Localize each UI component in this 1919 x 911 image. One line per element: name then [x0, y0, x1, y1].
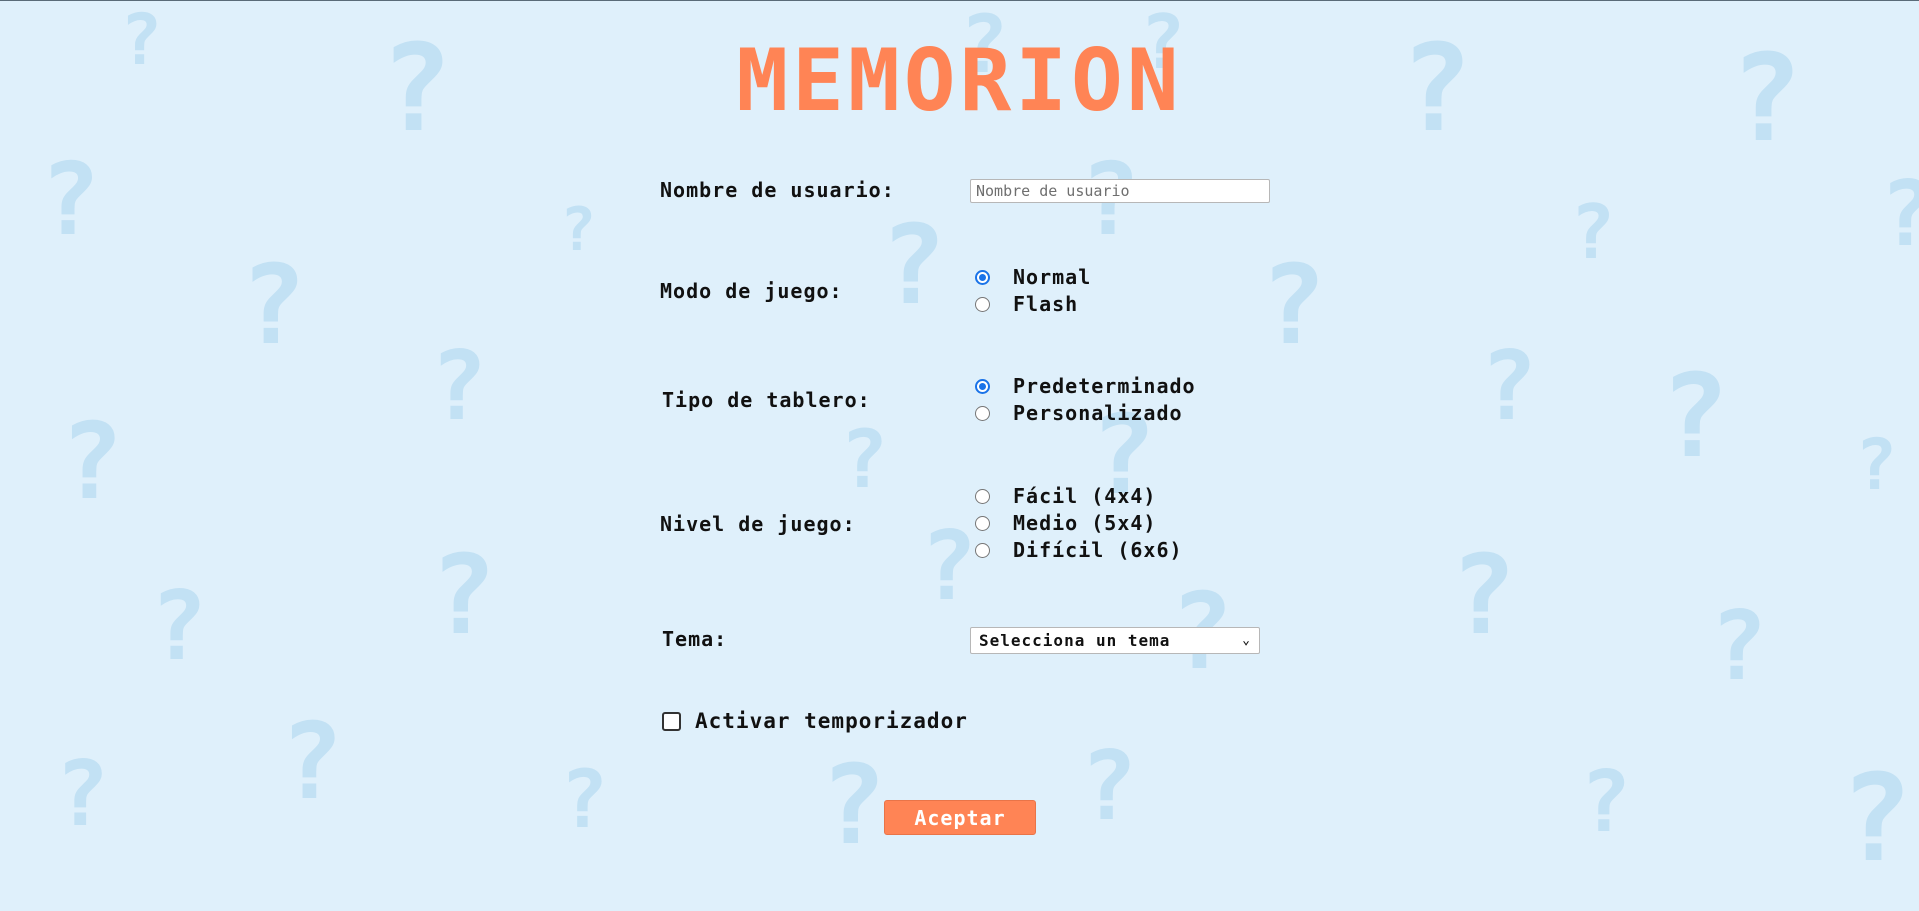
level-option-label: Medio (5x4)	[1013, 511, 1157, 535]
question-mark-icon: ?	[40, 141, 101, 258]
theme-select[interactable]: Selecciona un tema ⌄	[970, 627, 1260, 654]
level-option-label: Fácil (4x4)	[1013, 484, 1157, 508]
app-title: MEMORION	[736, 31, 1183, 131]
level-option-medium[interactable]: Medio (5x4)	[975, 510, 1156, 536]
game-mode-label: Modo de juego:	[660, 279, 843, 303]
question-mark-icon: ?	[1260, 241, 1327, 369]
timer-label: Activar temporizador	[695, 709, 968, 733]
level-option-easy[interactable]: Fácil (4x4)	[975, 483, 1156, 509]
game-mode-option-flash[interactable]: Flash	[975, 291, 1078, 317]
question-mark-icon: ?	[430, 332, 488, 442]
level-label: Nivel de juego:	[660, 512, 856, 536]
radio-button[interactable]	[975, 269, 990, 285]
question-mark-icon: ?	[820, 741, 887, 869]
username-label: Nombre de usuario:	[660, 178, 895, 202]
question-mark-icon: ?	[1710, 592, 1768, 702]
question-mark-icon: ?	[60, 401, 124, 523]
question-mark-icon: ?	[1080, 732, 1138, 842]
question-mark-icon: ?	[240, 241, 307, 369]
question-mark-icon: ?	[1855, 424, 1898, 506]
level-option-label: Difícil (6x6)	[1013, 538, 1183, 562]
level-option-hard[interactable]: Difícil (6x6)	[975, 537, 1183, 563]
board-type-option-personalizado[interactable]: Personalizado	[975, 400, 1183, 426]
question-mark-icon: ?	[280, 701, 344, 823]
radio-button[interactable]	[975, 515, 990, 531]
board-type-option-label: Predeterminado	[1013, 374, 1196, 398]
question-mark-icon: ?	[1450, 531, 1517, 659]
question-mark-icon: ?	[150, 572, 208, 682]
question-mark-icon: ?	[880, 201, 947, 329]
chevron-down-icon: ⌄	[1242, 633, 1251, 648]
question-mark-icon: ?	[560, 753, 609, 846]
question-mark-icon: ?	[55, 742, 110, 847]
timer-checkbox-row[interactable]: Activar temporizador	[662, 709, 968, 733]
radio-button[interactable]	[975, 405, 990, 421]
radio-button[interactable]	[975, 488, 990, 504]
timer-checkbox[interactable]	[662, 711, 681, 731]
radio-button[interactable]	[975, 378, 990, 394]
theme-label: Tema:	[662, 627, 728, 651]
question-mark-icon: ?	[1880, 170, 1919, 260]
game-mode-option-normal[interactable]: Normal	[975, 264, 1091, 290]
board-type-option-predeterminado[interactable]: Predeterminado	[975, 373, 1196, 399]
game-mode-option-label: Normal	[1013, 265, 1092, 289]
username-input[interactable]	[970, 179, 1270, 203]
question-mark-icon: ?	[1570, 188, 1616, 276]
question-mark-icon: ?	[1840, 750, 1913, 889]
radio-button[interactable]	[975, 542, 990, 558]
question-mark-icon: ?	[430, 531, 497, 659]
question-mark-icon: ?	[920, 512, 978, 622]
board-type-option-label: Personalizado	[1013, 401, 1183, 425]
theme-select-value: Selecciona un tema	[979, 631, 1171, 650]
radio-button[interactable]	[975, 296, 990, 312]
question-mark-icon: ?	[560, 195, 597, 265]
game-mode-option-label: Flash	[1013, 292, 1079, 316]
question-mark-icon: ?	[1580, 753, 1632, 852]
board-type-label: Tipo de tablero:	[662, 388, 871, 412]
question-mark-icon: ?	[1660, 350, 1730, 484]
accept-button[interactable]: Aceptar	[884, 800, 1036, 835]
question-mark-icon: ?	[840, 413, 889, 506]
question-mark-icon: ?	[1480, 332, 1538, 442]
